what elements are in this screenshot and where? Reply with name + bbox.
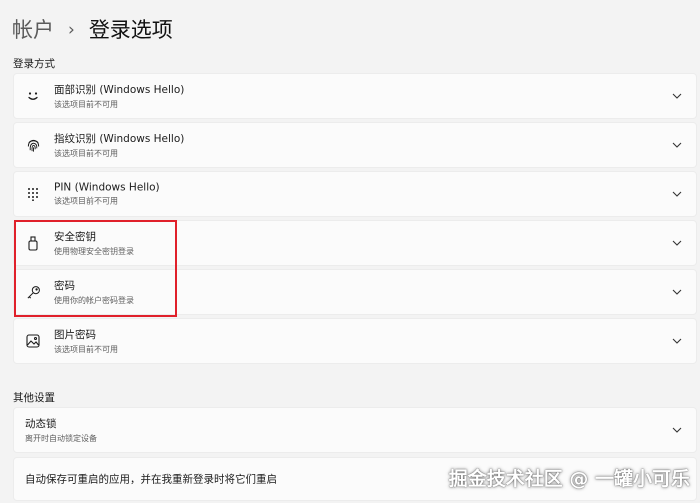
- option-title: PIN (Windows Hello): [54, 181, 160, 194]
- option-pin[interactable]: PIN (Windows Hello) 该选项目前不可用: [13, 171, 697, 217]
- chevron-down-icon[interactable]: [671, 139, 683, 151]
- option-subtitle: 离开时自动锁定设备: [25, 434, 97, 443]
- option-picture-password[interactable]: 图片密码 该选项目前不可用: [13, 318, 697, 364]
- section-heading-signin-methods: 登录方式: [13, 58, 55, 70]
- option-subtitle: 使用你的帐户密码登录: [54, 296, 134, 305]
- option-dynamic-lock[interactable]: 动态锁 离开时自动锁定设备: [13, 407, 697, 453]
- option-text: 自动保存可重启的应用，并在我重新登录时将它们重启: [25, 472, 277, 487]
- chevron-down-icon[interactable]: [671, 286, 683, 298]
- usb-key-icon: [25, 235, 41, 251]
- chevron-down-icon[interactable]: [671, 335, 683, 347]
- chevron-down-icon[interactable]: [671, 424, 683, 436]
- breadcrumb-chevron-icon: ›: [68, 20, 75, 40]
- option-text: 动态锁 离开时自动锁定设备: [25, 416, 97, 444]
- option-subtitle: 该选项目前不可用: [54, 345, 118, 354]
- watermark-text: 掘金技术社区 @ 一罐小可乐: [448, 468, 690, 490]
- option-subtitle: 使用物理安全密钥登录: [54, 247, 134, 256]
- chevron-down-icon[interactable]: [671, 188, 683, 200]
- option-text: 面部识别 (Windows Hello) 该选项目前不可用: [54, 82, 184, 110]
- section-heading-other-settings: 其他设置: [13, 392, 55, 404]
- page-title: 登录选项: [88, 18, 173, 42]
- option-title: 指纹识别 (Windows Hello): [54, 133, 185, 145]
- settings-page: 帐户 › 登录选项 登录方式 面部识别 (Windows Hello) 该选项目…: [0, 0, 700, 503]
- option-subtitle: 该选项目前不可用: [54, 100, 118, 109]
- option-title: 动态锁: [25, 418, 57, 430]
- option-text: 安全密钥 使用物理安全密钥登录: [54, 229, 134, 257]
- breadcrumb: 帐户 › 登录选项: [12, 14, 173, 46]
- smiley-face-icon: [25, 88, 41, 104]
- option-title: 安全密钥: [54, 231, 96, 243]
- keypad-icon: [25, 186, 41, 202]
- option-face-recognition[interactable]: 面部识别 (Windows Hello) 该选项目前不可用: [13, 73, 697, 119]
- option-text: 图片密码 该选项目前不可用: [54, 327, 118, 355]
- option-text: 指纹识别 (Windows Hello) 该选项目前不可用: [54, 131, 184, 159]
- option-subtitle: 该选项目前不可用: [54, 149, 118, 158]
- chevron-down-icon[interactable]: [671, 237, 683, 249]
- option-text: PIN (Windows Hello) 该选项目前不可用: [54, 182, 160, 207]
- option-text: 密码 使用你的帐户密码登录: [54, 278, 134, 306]
- option-title: 图片密码: [54, 329, 96, 341]
- chevron-down-icon[interactable]: [671, 90, 683, 102]
- option-subtitle: 该选项目前不可用: [54, 196, 118, 206]
- option-title: 面部识别 (Windows Hello): [54, 84, 185, 96]
- option-security-key[interactable]: 安全密钥 使用物理安全密钥登录: [13, 220, 697, 266]
- breadcrumb-accounts-link[interactable]: 帐户: [12, 14, 54, 46]
- option-title: 密码: [54, 280, 75, 292]
- picture-icon: [25, 333, 41, 349]
- key-icon: [25, 284, 41, 300]
- option-fingerprint[interactable]: 指纹识别 (Windows Hello) 该选项目前不可用: [13, 122, 697, 168]
- option-password[interactable]: 密码 使用你的帐户密码登录: [13, 269, 697, 315]
- option-title: 自动保存可重启的应用，并在我重新登录时将它们重启: [25, 473, 277, 486]
- fingerprint-icon: [25, 137, 41, 153]
